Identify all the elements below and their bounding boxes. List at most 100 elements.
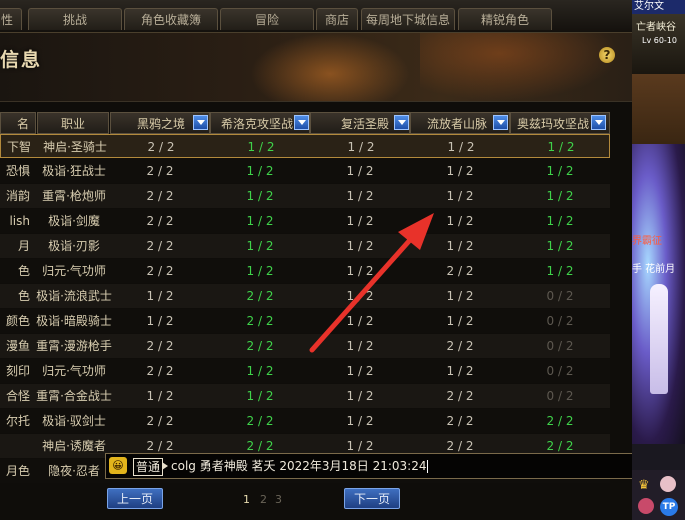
table-row[interactable]: 下智 神启·圣骑士 2 / 2 1 / 2 1 / 2 1 / 2 1 / 2 xyxy=(0,134,610,158)
clear-count: 1 / 2 xyxy=(146,289,174,303)
clear-count: 1 / 2 xyxy=(346,389,374,403)
table-row[interactable]: 颜色 极诣·暗殿骑士 1 / 2 2 / 2 1 / 2 1 / 2 0 / 2 xyxy=(0,309,610,333)
clear-count: 2 / 2 xyxy=(146,364,174,378)
clear-count: 2 / 2 xyxy=(146,214,174,228)
table-row[interactable]: 色极诣·流浪武士 1 / 2 2 / 2 1 / 2 1 / 2 0 / 2 xyxy=(0,284,610,308)
character-name: lish xyxy=(9,214,30,228)
flower-label: 手 花前月 xyxy=(632,264,676,275)
clear-count: 1 / 2 xyxy=(246,189,274,203)
character-name: 颜色 xyxy=(5,314,30,328)
prev-page-button[interactable]: 上一页 xyxy=(107,488,163,509)
character-job: 极诣·流浪武士 xyxy=(36,289,112,303)
side-level: Lv 60-10 xyxy=(642,36,677,45)
table-row[interactable]: 合怪 重霄·合金战士 1 / 2 1 / 2 1 / 2 2 / 2 0 / 2 xyxy=(0,384,610,408)
page-number-2[interactable]: 2 xyxy=(260,493,267,506)
clear-count: 1 / 2 xyxy=(546,239,574,253)
tab-shop[interactable]: 商店 xyxy=(316,8,358,30)
dropdown-arrow-icon[interactable] xyxy=(394,115,409,130)
character-name: 尔托 xyxy=(5,414,30,428)
weekly-dungeon-window: 性 挑战 角色收藏簿 冒险 商店 每周地下城信息 精锐角色 信息 ? 名 职业 … xyxy=(0,0,685,520)
table-row[interactable]: 恐惧 极诣·狂战士 2 / 2 1 / 2 1 / 2 1 / 2 1 / 2 xyxy=(0,159,610,183)
banner-art xyxy=(250,33,410,101)
clear-count: 1 / 2 xyxy=(546,164,574,178)
page-number-3[interactable]: 3 xyxy=(275,493,282,506)
character-name: 下智 xyxy=(6,140,31,154)
chat-channel-selector[interactable]: 普通 xyxy=(133,458,164,476)
npc-portrait: 亡者峡谷 Lv 60-10 xyxy=(632,14,685,74)
table-row[interactable]: 尔托 极诣·驭剑士 2 / 2 2 / 2 1 / 2 2 / 2 2 / 2 xyxy=(0,409,610,433)
table-row[interactable]: 消韵 重霄·枪炮师 2 / 2 1 / 2 1 / 2 1 / 2 1 / 2 xyxy=(0,184,610,208)
tab-adventure[interactable]: 冒险 xyxy=(220,8,314,30)
event-label: 界霸征 xyxy=(632,236,662,247)
character-job: 极诣·驭剑士 xyxy=(42,414,106,428)
clear-count: 1 / 2 xyxy=(446,214,474,228)
table-row[interactable]: 月 极诣·刃影 2 / 2 1 / 2 1 / 2 1 / 2 1 / 2 xyxy=(0,234,610,258)
character-job: 归元·气功师 xyxy=(42,264,106,278)
channel-arrow-icon[interactable] xyxy=(162,462,168,470)
clear-count: 1 / 2 xyxy=(547,140,575,154)
avatar-icon[interactable] xyxy=(638,498,654,514)
chat-emote-icon[interactable]: 😀 xyxy=(109,457,127,474)
character-name: 色 xyxy=(17,264,30,278)
clear-count: 1 / 2 xyxy=(146,389,174,403)
chat-input[interactable]: colg 勇者神殿 茗夭 2022年3月18日 21:03:24 xyxy=(171,457,641,475)
dropdown-arrow-icon[interactable] xyxy=(294,115,309,130)
tab-collection[interactable]: 角色收藏簿 xyxy=(124,8,218,30)
table-row[interactable]: 刻印 归元·气功师 2 / 2 1 / 2 1 / 2 1 / 2 0 / 2 xyxy=(0,359,610,383)
page-number-1[interactable]: 1 xyxy=(243,493,250,506)
clear-count: 1 / 2 xyxy=(446,314,474,328)
clear-count: 1 / 2 xyxy=(446,189,474,203)
clear-count: 1 / 2 xyxy=(447,140,475,154)
page-title: 信息 xyxy=(0,49,43,71)
clear-count: 1 / 2 xyxy=(346,314,374,328)
clear-count: 0 / 2 xyxy=(546,314,574,328)
clear-count: 1 / 2 xyxy=(246,364,274,378)
character-figure xyxy=(650,284,668,394)
clear-count: 1 / 2 xyxy=(446,239,474,253)
clear-count: 0 / 2 xyxy=(546,364,574,378)
character-name xyxy=(0,434,30,458)
banner-image xyxy=(632,74,685,144)
clear-count: 1 / 2 xyxy=(146,314,174,328)
character-job: 神启·圣骑士 xyxy=(43,140,107,154)
clear-count: 0 / 2 xyxy=(546,289,574,303)
clear-count: 1 / 2 xyxy=(346,189,374,203)
tab-challenge[interactable]: 挑战 xyxy=(28,8,122,30)
character-job: 重霄·漫游枪手 xyxy=(36,339,112,353)
clear-count: 2 / 2 xyxy=(446,414,474,428)
dropdown-arrow-icon[interactable] xyxy=(591,115,606,130)
clear-count: 1 / 2 xyxy=(346,414,374,428)
table-row[interactable]: lish 极诣·剑魔 2 / 2 1 / 2 1 / 2 1 / 2 1 / 2 xyxy=(0,209,610,233)
table-row[interactable]: 色归元·气功师 2 / 2 1 / 2 1 / 2 2 / 2 1 / 2 xyxy=(0,259,610,283)
clear-count: 1 / 2 xyxy=(246,164,274,178)
tab-bar: 性 挑战 角色收藏簿 冒险 商店 每周地下城信息 精锐角色 xyxy=(0,0,632,33)
tab-weekly-dungeon[interactable]: 每周地下城信息 xyxy=(361,8,455,30)
next-page-button[interactable]: 下一页 xyxy=(344,488,400,509)
tab-stats[interactable]: 性 xyxy=(0,8,22,30)
clear-count: 1 / 2 xyxy=(346,239,374,253)
dropdown-arrow-icon[interactable] xyxy=(193,115,208,130)
side-name: 艾尔文 xyxy=(632,0,685,14)
pet-icon[interactable] xyxy=(660,476,676,492)
character-job: 极诣·刃影 xyxy=(48,239,100,253)
tab-elite[interactable]: 精锐角色 xyxy=(458,8,552,30)
clear-count: 1 / 2 xyxy=(346,264,374,278)
chat-input-text: colg 勇者神殿 茗夭 2022年3月18日 21:03:24 xyxy=(171,459,427,473)
table-row[interactable]: 漫鱼 重霄·漫游枪手 2 / 2 2 / 2 1 / 2 2 / 2 0 / 2 xyxy=(0,334,610,358)
crown-icon[interactable]: ♛ xyxy=(638,478,650,493)
character-name: 合怪 xyxy=(5,389,30,403)
clear-count: 2 / 2 xyxy=(146,414,174,428)
clear-count: 2 / 2 xyxy=(246,289,274,303)
dropdown-arrow-icon[interactable] xyxy=(493,115,508,130)
clear-count: 2 / 2 xyxy=(146,239,174,253)
clear-count: 1 / 2 xyxy=(246,239,274,253)
help-icon[interactable]: ? xyxy=(599,47,615,63)
character-job: 重霄·合金战士 xyxy=(36,389,112,403)
character-name: 月 xyxy=(17,239,30,253)
clear-count: 1 / 2 xyxy=(546,214,574,228)
clear-count: 2 / 2 xyxy=(146,164,174,178)
tp-icon[interactable]: TP xyxy=(660,498,678,516)
character-job: 极诣·剑魔 xyxy=(48,214,100,228)
col-header-job: 职业 xyxy=(37,112,109,134)
character-job: 归元·气功师 xyxy=(42,364,106,378)
